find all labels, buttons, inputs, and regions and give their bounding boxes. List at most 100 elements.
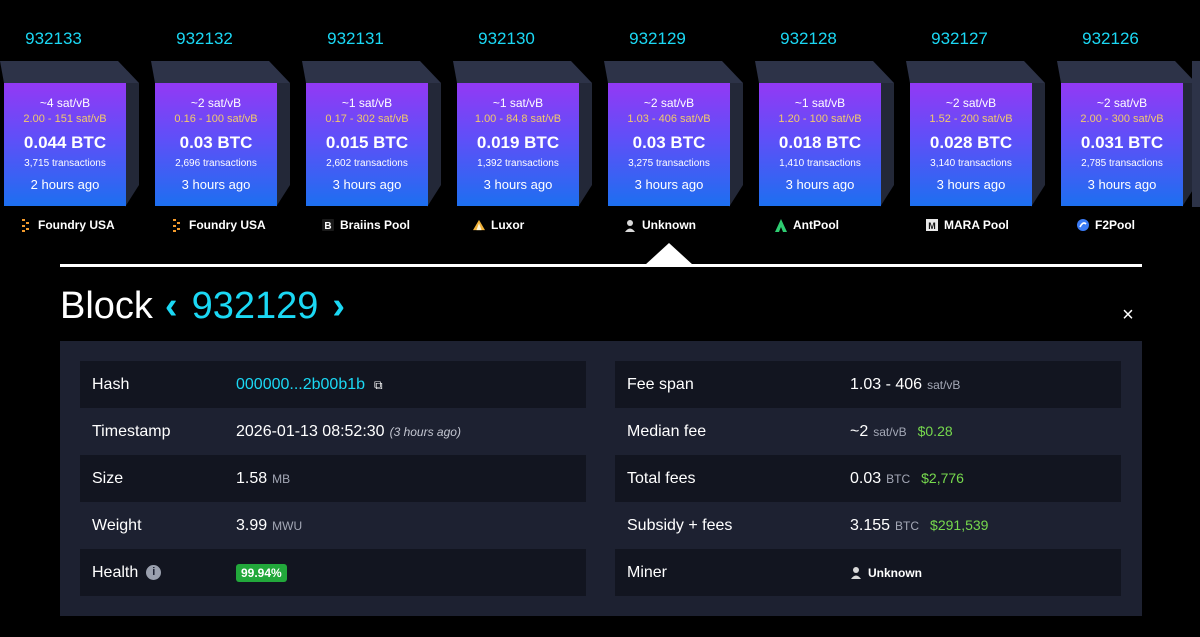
- unknown-miner-icon: [624, 219, 636, 232]
- size-row: Size 1.58 MB: [80, 455, 586, 502]
- page-title: Block: [60, 285, 153, 327]
- fee-range-text: 2.00 - 151 sat/vB: [23, 113, 107, 125]
- block-height-link[interactable]: 932129: [604, 29, 711, 49]
- fee-range-text: 0.17 - 302 sat/vB: [325, 113, 409, 125]
- total-fees-unit: BTC: [886, 471, 911, 486]
- median-fee-text: ~2 sat/vB: [643, 96, 695, 110]
- total-fees-usd: $2,776: [921, 469, 964, 486]
- block-cube-top: [302, 61, 441, 83]
- block-age: 2 hours ago: [30, 177, 100, 192]
- next-block-chevron-icon[interactable]: ›: [332, 285, 345, 328]
- subsidy-row: Subsidy + fees 3.155 BTC $291,539: [615, 502, 1121, 549]
- previous-block-chevron-icon[interactable]: ‹: [165, 285, 178, 328]
- mining-pool-link[interactable]: Foundry USA: [171, 218, 291, 232]
- info-icon[interactable]: i: [146, 565, 162, 580]
- pool-name: MARA Pool: [944, 218, 1009, 232]
- total-fees-text: 0.031 BTC: [1080, 133, 1164, 152]
- transaction-count: 1,410 transactions: [779, 158, 861, 169]
- block-card-932126[interactable]: 932126 ~2 sat/vB 2.00 - 300 sat/vB 0.031 BT…: [1057, 0, 1200, 250]
- block-height-link[interactable]: 932127: [906, 29, 1013, 49]
- timestamp-value: 2026-01-13 08:52:30: [236, 422, 385, 440]
- subsidy-usd: $291,539: [930, 516, 989, 533]
- miner-row: Miner Unknown: [615, 549, 1121, 596]
- median-fee-text: ~2 sat/vB: [945, 96, 997, 110]
- mining-pool-link[interactable]: F2Pool: [1077, 218, 1197, 232]
- block-card-932132[interactable]: 932132 ~2 sat/vB 0.16 - 100 sat/vB 0.03 BTC…: [151, 0, 302, 250]
- weight-unit: MWU: [272, 518, 303, 533]
- block-cube-face[interactable]: ~1 sat/vB 0.17 - 302 sat/vB 0.015 BTC 2,602…: [306, 83, 428, 206]
- block-age: 3 hours ago: [785, 177, 855, 192]
- health-badge: 99.94%: [236, 563, 287, 582]
- weight-value: 3.99: [236, 516, 268, 534]
- timestamp-relative: (3 hours ago): [389, 424, 461, 439]
- braiins-icon: B: [322, 219, 334, 232]
- pool-name: Braiins Pool: [340, 218, 411, 232]
- block-cube-face[interactable]: ~2 sat/vB 1.03 - 406 sat/vB 0.03 BTC 3,275 …: [608, 83, 730, 206]
- weight-row: Weight 3.99 MWU: [80, 502, 586, 549]
- block-card-932129[interactable]: 932129 ~2 sat/vB 1.03 - 406 sat/vB 0.03 BTC…: [604, 0, 755, 250]
- block-card-932127[interactable]: 932127 ~2 sat/vB 1.52 - 200 sat/vB 0.028 BT…: [906, 0, 1057, 250]
- block-cube-top: [755, 61, 894, 83]
- pool-name: F2Pool: [1095, 218, 1136, 232]
- transaction-count: 1,392 transactions: [477, 158, 559, 169]
- total-fees-text: 0.03 BTC: [632, 133, 706, 152]
- block-height-link[interactable]: 932128: [755, 29, 862, 49]
- foundry-icon: [20, 218, 32, 232]
- fee-range-text: 1.00 - 84.8 sat/vB: [474, 113, 562, 125]
- close-icon[interactable]: ×: [1117, 303, 1139, 327]
- block-age: 3 hours ago: [1087, 177, 1157, 192]
- transaction-count: 2,696 transactions: [175, 158, 257, 169]
- blockchain-strip: 932133 ~4 sat/vB 2.00 - 151 sat/vB 0.044 BT…: [0, 0, 1200, 250]
- health-label-wrap: Health i: [80, 564, 236, 582]
- selection-divider: [60, 264, 1142, 267]
- fee-range-text: 2.00 - 300 sat/vB: [1080, 113, 1164, 125]
- hash-row: Hash 000000...2b00b1b ⧉: [80, 361, 586, 408]
- total-fees-label: Total fees: [627, 469, 696, 487]
- mining-pool-link[interactable]: AntPool: [775, 218, 895, 232]
- block-card-932131[interactable]: 932131 ~1 sat/vB 0.17 - 302 sat/vB 0.015 BT…: [302, 0, 453, 250]
- block-cube-face[interactable]: ~4 sat/vB 2.00 - 151 sat/vB 0.044 BTC 3,715…: [4, 83, 126, 206]
- block-cube-top: [1057, 61, 1196, 83]
- mara-icon: M: [926, 219, 938, 232]
- hash-link[interactable]: 000000...2b00b1b: [236, 376, 365, 394]
- block-cube-face[interactable]: ~2 sat/vB 1.52 - 200 sat/vB 0.028 BTC 3,140…: [910, 83, 1032, 206]
- copy-icon[interactable]: ⧉: [374, 378, 383, 393]
- subsidy-label: Subsidy + fees: [627, 516, 733, 534]
- mining-pool-link[interactable]: M MARA Pool: [926, 218, 1046, 232]
- foundry-icon: [171, 218, 183, 232]
- median-fee-text: ~2 sat/vB: [190, 96, 242, 110]
- mining-pool-link[interactable]: Luxor: [473, 218, 593, 232]
- block-cube-face[interactable]: ~2 sat/vB 0.16 - 100 sat/vB 0.03 BTC 2,696 …: [155, 83, 277, 206]
- block-cube-face[interactable]: ~2 sat/vB 2.00 - 300 sat/vB 0.031 BTC 2,785…: [1061, 83, 1183, 206]
- block-details-panel: Hash 000000...2b00b1b ⧉ Timestamp 2026-0…: [60, 341, 1142, 616]
- median-fee-row: Median fee ~2 sat/vB $0.28: [615, 408, 1121, 455]
- block-cube-face[interactable]: ~1 sat/vB 1.20 - 100 sat/vB 0.018 BTC 1,410…: [759, 83, 881, 206]
- fee-range-text: 1.03 - 406 sat/vB: [627, 113, 711, 125]
- mining-pool-link[interactable]: Foundry USA: [20, 218, 140, 232]
- block-height-link[interactable]: 932131: [302, 29, 409, 49]
- fee-span-row: Fee span 1.03 - 406 sat/vB: [615, 361, 1121, 408]
- size-label: Size: [92, 469, 124, 487]
- miner-label: Miner: [627, 563, 668, 581]
- block-age: 3 hours ago: [332, 177, 402, 192]
- block-card-932128[interactable]: 932128 ~1 sat/vB 1.20 - 100 sat/vB 0.018 BT…: [755, 0, 906, 250]
- block-cube-face[interactable]: ~1 sat/vB 1.00 - 84.8 sat/vB 0.019 BTC 1,39…: [457, 83, 579, 206]
- block-height-link[interactable]: 932132: [151, 29, 258, 49]
- total-fees-row: Total fees 0.03 BTC $2,776: [615, 455, 1121, 502]
- block-height-link[interactable]: 932130: [453, 29, 560, 49]
- mining-pool-link[interactable]: B Braiins Pool: [322, 218, 442, 232]
- svg-text:B: B: [324, 221, 331, 231]
- miner-value: Unknown: [868, 565, 922, 580]
- miner-link[interactable]: Unknown: [850, 566, 922, 580]
- total-fees-text: 0.028 BTC: [929, 133, 1013, 152]
- total-fees-text: 0.019 BTC: [476, 133, 560, 152]
- block-height-link[interactable]: 932126: [1057, 29, 1164, 49]
- mining-pool-link[interactable]: Unknown: [624, 218, 744, 232]
- block-height-link[interactable]: 932133: [0, 29, 107, 49]
- median-fee-text: ~1 sat/vB: [341, 96, 393, 110]
- hash-label: Hash: [92, 375, 130, 393]
- median-fee-label: Median fee: [627, 422, 707, 440]
- antpool-icon: [775, 218, 787, 232]
- block-card-932133[interactable]: 932133 ~4 sat/vB 2.00 - 151 sat/vB 0.044 BT…: [0, 0, 151, 250]
- block-card-932130[interactable]: 932130 ~1 sat/vB 1.00 - 84.8 sat/vB 0.019 B…: [453, 0, 604, 250]
